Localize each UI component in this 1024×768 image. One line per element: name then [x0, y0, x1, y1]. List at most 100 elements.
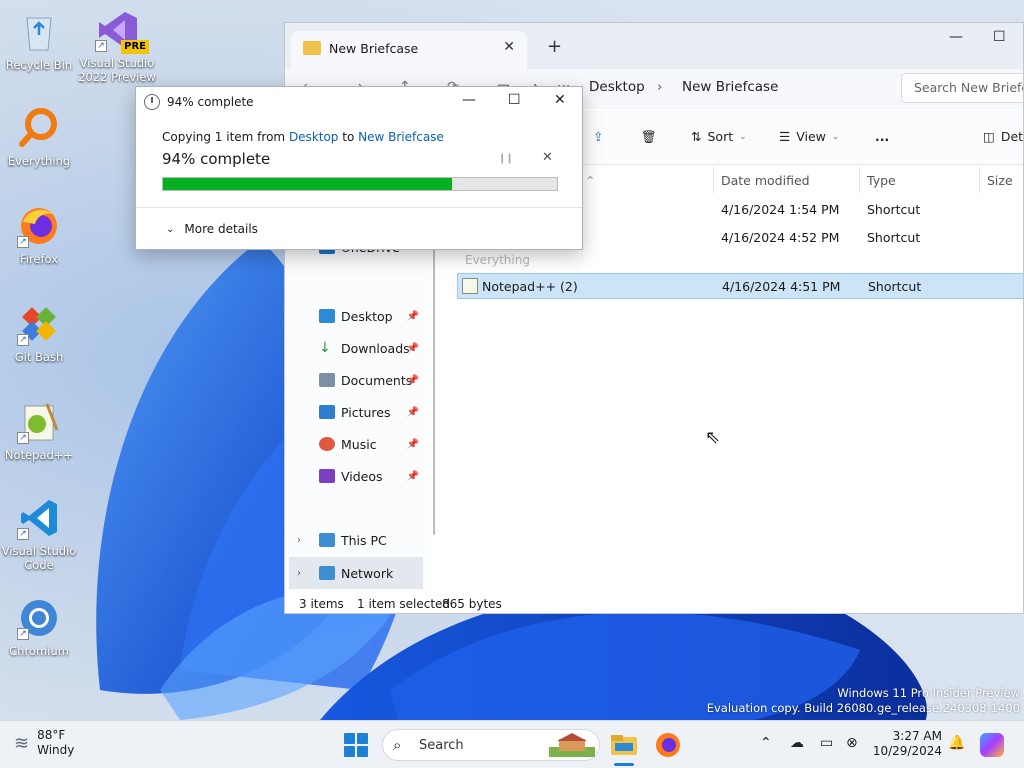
share-icon[interactable]: ⇪: [593, 129, 603, 144]
file-type: Shortcut: [867, 230, 921, 245]
copy-description: Copying 1 item from Desktop to New Brief…: [162, 130, 444, 144]
weather-condition: Windy: [37, 743, 75, 757]
pin-icon[interactable]: 📌: [407, 311, 419, 322]
column-size[interactable]: Size: [987, 173, 1013, 188]
maximize-button[interactable]: ☐: [993, 29, 1006, 45]
pre-badge: PRE: [121, 40, 149, 54]
view-list-icon: ☰: [779, 129, 791, 144]
destination-link[interactable]: New Briefcase: [358, 130, 444, 144]
close-button[interactable]: ✕: [554, 92, 566, 108]
watermark-line: Evaluation copy. Build 26080.ge_release.…: [706, 701, 1020, 715]
column-separator[interactable]: [979, 167, 980, 193]
explorer-tab[interactable]: New Briefcase ✕: [291, 31, 527, 69]
desktop-icon-everything[interactable]: Everything: [0, 106, 78, 168]
sidebar-item-videos[interactable]: Videos 📌: [289, 461, 423, 491]
file-date: 4/16/2024 4:52 PM: [721, 230, 840, 245]
desktop-icon-chromium[interactable]: ↗ Chromium: [0, 596, 78, 658]
videos-icon: [319, 469, 335, 483]
chevron-right-icon[interactable]: ›: [297, 568, 301, 579]
sidebar-item-documents[interactable]: Documents 📌: [289, 365, 423, 395]
column-separator[interactable]: [713, 167, 714, 193]
file-name: Notepad++ (2): [482, 279, 578, 294]
watermark-line: Windows 11 Pro Insider Preview: [837, 686, 1020, 700]
breadcrumb-desktop[interactable]: Desktop: [589, 79, 645, 95]
details-pane-button[interactable]: ◫ Details: [983, 129, 1024, 144]
status-bar: 3 items 1 item selected 865 bytes: [285, 591, 1023, 613]
pin-icon[interactable]: 📌: [407, 343, 419, 354]
source-link[interactable]: Desktop: [289, 130, 339, 144]
sidebar-item-music[interactable]: Music 📌: [289, 429, 423, 459]
copilot-icon[interactable]: [980, 733, 1004, 757]
new-tab-button[interactable]: +: [547, 36, 562, 57]
windows-logo-pane: [344, 733, 355, 744]
desktop-icon-firefox[interactable]: ↗ Firefox: [0, 204, 78, 266]
sort-label: Sort: [707, 129, 734, 144]
column-date-modified[interactable]: Date modified: [721, 173, 810, 188]
taskbar-firefox[interactable]: [652, 729, 684, 761]
pin-icon[interactable]: 📌: [407, 407, 419, 418]
desktop-icon-vscode[interactable]: ↗ Visual Studio Code: [0, 496, 78, 572]
recycle-bin-icon: [17, 10, 61, 54]
wind-icon: ≋: [14, 732, 30, 754]
delete-icon[interactable]: 🗑: [641, 129, 657, 145]
view-button[interactable]: ☰ View ⌄: [779, 129, 839, 144]
taskbar-file-explorer[interactable]: [608, 729, 640, 761]
show-hidden-icons-chevron-up-icon[interactable]: ⌃: [760, 735, 772, 751]
sort-arrow-icon: ⌃: [585, 173, 596, 188]
sort-button[interactable]: ⇅ Sort ⌄: [691, 129, 747, 144]
breadcrumb-new-briefcase[interactable]: New Briefcase: [682, 79, 778, 95]
sidebar-item-desktop[interactable]: Desktop 📌: [289, 301, 423, 331]
mouse-cursor-icon: ⇖: [705, 427, 721, 448]
more-details-button[interactable]: ⌄ More details: [166, 222, 258, 236]
display-icon[interactable]: ▭: [820, 735, 833, 751]
desktop-icon-label: Recycle Bin: [5, 58, 73, 72]
sort-icon: ⇅: [691, 129, 702, 144]
maximize-button[interactable]: ☐: [508, 92, 521, 108]
chevron-right-icon[interactable]: ›: [297, 535, 301, 546]
explorer-search-input[interactable]: Search New Briefcase: [901, 73, 1023, 103]
desktop-icon-git-bash[interactable]: ↗ Git Bash: [0, 302, 78, 364]
column-type[interactable]: Type: [867, 173, 896, 188]
shortcut-arrow-icon: ↗: [17, 628, 29, 640]
firefox-icon: ↗: [17, 204, 61, 248]
start-button[interactable]: [344, 733, 368, 757]
sidebar-item-this-pc[interactable]: › This PC: [289, 525, 423, 555]
details-label: Details: [1000, 129, 1024, 144]
details-pane-icon: ◫: [983, 129, 995, 144]
volume-muted-icon[interactable]: ⊗: [846, 735, 858, 751]
taskbar-search[interactable]: ⌕ Search: [382, 729, 600, 761]
desktop-icon-visual-studio-2022[interactable]: PRE ↗ Visual Studio 2022 Preview: [78, 8, 156, 84]
computer-icon: [319, 533, 335, 547]
column-separator[interactable]: [859, 167, 860, 193]
sidebar-item-pictures[interactable]: Pictures 📌: [289, 397, 423, 427]
sidebar-item-label: Downloads: [341, 340, 410, 356]
git-bash-icon: ↗: [17, 302, 61, 346]
windows-logo-pane: [344, 746, 355, 757]
windows-logo-pane: [357, 733, 368, 744]
folder-icon: [303, 41, 321, 55]
weather-widget[interactable]: ≋ 88°F Windy: [14, 728, 74, 758]
minimize-button[interactable]: —: [462, 92, 476, 108]
pin-icon[interactable]: 📌: [407, 375, 419, 386]
pin-icon[interactable]: 📌: [407, 439, 419, 450]
notepad-plus-plus-icon: ↗: [17, 400, 61, 444]
cancel-copy-icon[interactable]: ✕: [542, 150, 553, 165]
desktop-icon-notepad-plus-plus[interactable]: ↗ Notepad++: [0, 400, 78, 462]
chevron-down-icon: ⌄: [166, 223, 175, 235]
network-disconnected-icon[interactable]: ☁: [790, 735, 804, 751]
view-label: View: [796, 129, 826, 144]
minimize-button[interactable]: —: [949, 29, 963, 45]
table-row-selected[interactable]: Notepad++ (2) 4/16/2024 4:51 PM Shortcut: [457, 273, 1023, 299]
system-clock[interactable]: 3:27 AM 10/29/2024: [872, 729, 942, 759]
sidebar-item-downloads[interactable]: ↓ Downloads 📌: [289, 333, 423, 363]
desktop-icon-recycle-bin[interactable]: Recycle Bin: [0, 10, 78, 72]
pin-icon[interactable]: 📌: [407, 471, 419, 482]
notification-bell-icon[interactable]: 🔔: [948, 735, 965, 751]
sidebar-item-network[interactable]: › Network: [289, 557, 423, 589]
more-options-button[interactable]: ...: [875, 129, 889, 144]
pause-icon[interactable]: ❙❙: [498, 153, 514, 164]
chevron-down-icon: ⌄: [739, 131, 747, 142]
close-tab-icon[interactable]: ✕: [503, 39, 515, 55]
copy-prefix: Copying 1 item from: [162, 130, 289, 144]
network-icon: [319, 566, 335, 580]
